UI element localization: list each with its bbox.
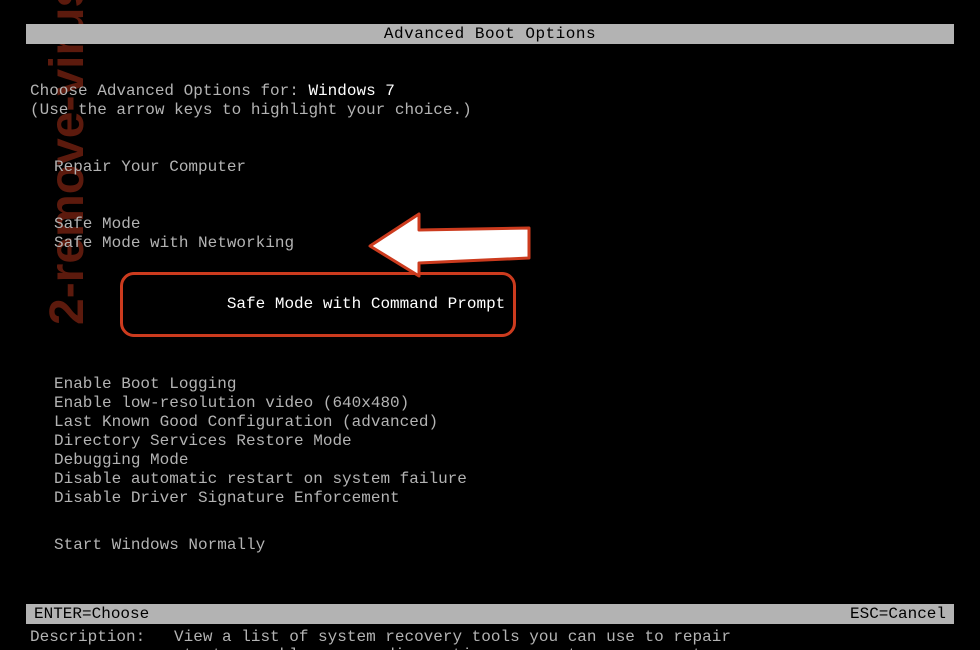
option-repair-computer[interactable]: Repair Your Computer xyxy=(54,158,950,177)
description-line2: startup problems, run diagnostics, or re… xyxy=(174,646,731,650)
footer-esc-label: ESC=Cancel xyxy=(850,605,946,623)
option-last-known-good[interactable]: Last Known Good Configuration (advanced) xyxy=(54,413,950,432)
prompt-prefix: Choose Advanced Options for: xyxy=(30,82,308,100)
boot-screen: Advanced Boot Options Choose Advanced Op… xyxy=(26,24,954,624)
arrow-hint: (Use the arrow keys to highlight your ch… xyxy=(30,101,950,120)
description-label: Description: xyxy=(30,628,174,646)
option-safe-mode[interactable]: Safe Mode xyxy=(54,215,950,234)
description-block: Description: View a list of system recov… xyxy=(30,628,950,650)
footer-bar: ENTER=Choose ESC=Cancel xyxy=(26,604,954,624)
option-safe-mode-cmd[interactable]: Safe Mode with Command Prompt xyxy=(227,295,505,313)
option-start-normally[interactable]: Start Windows Normally xyxy=(54,536,950,555)
choose-prompt: Choose Advanced Options for: Windows 7 xyxy=(30,82,950,101)
option-debugging[interactable]: Debugging Mode xyxy=(54,451,950,470)
page-title: Advanced Boot Options xyxy=(26,24,954,44)
option-safe-mode-networking[interactable]: Safe Mode with Networking xyxy=(54,234,950,253)
option-boot-logging[interactable]: Enable Boot Logging xyxy=(54,375,950,394)
option-disable-driver-sig[interactable]: Disable Driver Signature Enforcement xyxy=(54,489,950,508)
option-low-res-video[interactable]: Enable low-resolution video (640x480) xyxy=(54,394,950,413)
option-safe-mode-cmd-highlight: Safe Mode with Command Prompt xyxy=(120,272,516,337)
description-line1: View a list of system recovery tools you… xyxy=(174,628,731,646)
option-disable-auto-restart[interactable]: Disable automatic restart on system fail… xyxy=(54,470,950,489)
footer-enter-label: ENTER=Choose xyxy=(34,605,149,623)
option-ds-restore[interactable]: Directory Services Restore Mode xyxy=(54,432,950,451)
os-name: Windows 7 xyxy=(308,82,394,100)
